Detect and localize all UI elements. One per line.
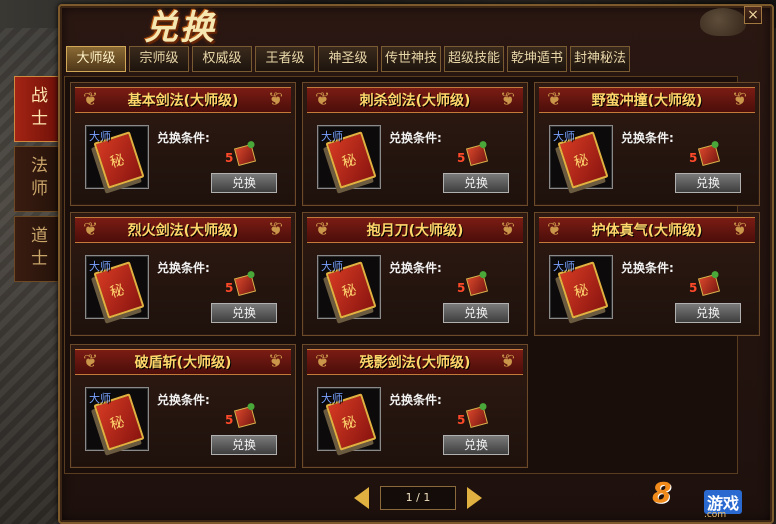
dragon-ornament-icon	[700, 8, 746, 36]
exchange-card: 护体真气(大师级) 大师 兑换条件: 5 兑换	[534, 212, 760, 336]
watermark-domain: .com	[704, 510, 727, 520]
card-banner: 刺杀剑法(大师级)	[307, 87, 523, 113]
class-tab-label: 道士	[27, 226, 47, 272]
skill-book-slot[interactable]: 大师	[317, 255, 381, 319]
exchange-button[interactable]: 兑换	[211, 435, 277, 455]
slot-rank-label: 大师	[321, 130, 343, 143]
skill-book-slot[interactable]: 大师	[317, 125, 381, 189]
skill-book-slot[interactable]: 大师	[85, 387, 149, 451]
card-title: 基本剑法(大师级)	[127, 93, 239, 109]
card-title: 刺杀剑法(大师级)	[359, 93, 471, 109]
cost-item-icon	[233, 273, 257, 297]
prev-page-arrow-icon[interactable]	[352, 484, 372, 512]
skill-book-slot[interactable]: 大师	[549, 255, 613, 319]
exchange-button[interactable]: 兑换	[443, 173, 509, 193]
cost-item-icon	[697, 143, 721, 167]
condition-label: 兑换条件:	[157, 131, 210, 145]
cost-count: 5	[457, 413, 466, 427]
skill-book-slot[interactable]: 大师	[317, 387, 381, 451]
slot-rank-label: 大师	[553, 130, 575, 143]
slot-rank-label: 大师	[89, 392, 111, 405]
tab-authority[interactable]: 权威级	[192, 46, 252, 72]
cost-count: 5	[225, 413, 234, 427]
card-banner: 野蛮冲撞(大师级)	[539, 87, 755, 113]
tab-super-skill[interactable]: 超级技能	[444, 46, 504, 72]
condition-label: 兑换条件:	[389, 393, 442, 407]
card-banner: 破盾斩(大师级)	[75, 349, 291, 375]
close-button[interactable]: ×	[744, 6, 762, 24]
card-banner: 抱月刀(大师级)	[307, 217, 523, 243]
class-tab-label: 法师	[27, 156, 47, 202]
condition-label: 兑换条件:	[157, 261, 210, 275]
cost-count: 5	[457, 151, 466, 165]
exchange-card: 刺杀剑法(大师级) 大师 兑换条件: 5 兑换	[302, 82, 528, 206]
card-banner: 烈火剑法(大师级)	[75, 217, 291, 243]
cost-item-icon	[233, 143, 257, 167]
cost-count: 5	[689, 281, 698, 295]
exchange-card: 破盾斩(大师级) 大师 兑换条件: 5 兑换	[70, 344, 296, 468]
cost-item-icon	[233, 405, 257, 429]
watermark-number: 8	[652, 476, 672, 509]
slot-rank-label: 大师	[321, 392, 343, 405]
tab-master[interactable]: 大师级	[66, 46, 126, 72]
rank-tabs: 大师级 宗师级 权威级 王者级 神圣级 传世神技 超级技能 乾坤遁书 封神秘法	[66, 46, 630, 72]
condition-label: 兑换条件:	[621, 261, 674, 275]
slot-rank-label: 大师	[321, 260, 343, 273]
cost-count: 5	[225, 281, 234, 295]
cost-count: 5	[689, 151, 698, 165]
skill-book-slot[interactable]: 大师	[85, 125, 149, 189]
exchange-button[interactable]: 兑换	[675, 303, 741, 323]
next-page-arrow-icon[interactable]	[464, 484, 484, 512]
cost-item-icon	[465, 273, 489, 297]
site-watermark-logo: 8 游戏 .com	[652, 476, 772, 520]
skill-book-slot[interactable]: 大师	[85, 255, 149, 319]
tab-qiankun-book[interactable]: 乾坤遁书	[507, 46, 567, 72]
exchange-button[interactable]: 兑换	[675, 173, 741, 193]
class-tab-warrior[interactable]: 战士	[14, 76, 60, 142]
condition-label: 兑换条件:	[621, 131, 674, 145]
page-indicator: 1 / 1	[380, 486, 456, 510]
cost-item-icon	[697, 273, 721, 297]
slot-rank-label: 大师	[89, 260, 111, 273]
pagination: 1 / 1	[352, 484, 484, 512]
condition-label: 兑换条件:	[389, 131, 442, 145]
exchange-card: 基本剑法(大师级) 大师 兑换条件: 5 兑换	[70, 82, 296, 206]
skill-book-slot[interactable]: 大师	[549, 125, 613, 189]
card-title: 残影剑法(大师级)	[359, 355, 471, 371]
card-banner: 残影剑法(大师级)	[307, 349, 523, 375]
slot-rank-label: 大师	[553, 260, 575, 273]
exchange-button[interactable]: 兑换	[211, 173, 277, 193]
card-title: 烈火剑法(大师级)	[127, 223, 239, 239]
condition-label: 兑换条件:	[157, 393, 210, 407]
tab-legendary-skill[interactable]: 传世神技	[381, 46, 441, 72]
class-tab-mage[interactable]: 法师	[14, 146, 60, 212]
exchange-button[interactable]: 兑换	[443, 303, 509, 323]
class-tab-taoist[interactable]: 道士	[14, 216, 60, 282]
card-banner: 基本剑法(大师级)	[75, 87, 291, 113]
card-title: 野蛮冲撞(大师级)	[591, 93, 703, 109]
cost-count: 5	[457, 281, 466, 295]
exchange-card: 野蛮冲撞(大师级) 大师 兑换条件: 5 兑换	[534, 82, 760, 206]
exchange-button[interactable]: 兑换	[443, 435, 509, 455]
tab-grandmaster[interactable]: 宗师级	[129, 46, 189, 72]
exchange-card: 烈火剑法(大师级) 大师 兑换条件: 5 兑换	[70, 212, 296, 336]
slot-rank-label: 大师	[89, 130, 111, 143]
class-tab-label: 战士	[27, 86, 47, 132]
cost-count: 5	[225, 151, 234, 165]
tab-king[interactable]: 王者级	[255, 46, 315, 72]
window-title: 兑换	[144, 8, 216, 48]
card-title: 抱月刀(大师级)	[366, 223, 464, 239]
condition-label: 兑换条件:	[389, 261, 442, 275]
exchange-card: 残影剑法(大师级) 大师 兑换条件: 5 兑换	[302, 344, 528, 468]
card-title: 护体真气(大师级)	[591, 223, 703, 239]
exchange-button[interactable]: 兑换	[211, 303, 277, 323]
card-title: 破盾斩(大师级)	[134, 355, 232, 371]
cost-item-icon	[465, 405, 489, 429]
exchange-card: 抱月刀(大师级) 大师 兑换条件: 5 兑换	[302, 212, 528, 336]
card-banner: 护体真气(大师级)	[539, 217, 755, 243]
tab-divine[interactable]: 神圣级	[318, 46, 378, 72]
cost-item-icon	[465, 143, 489, 167]
tab-fengshen-secret[interactable]: 封神秘法	[570, 46, 630, 72]
